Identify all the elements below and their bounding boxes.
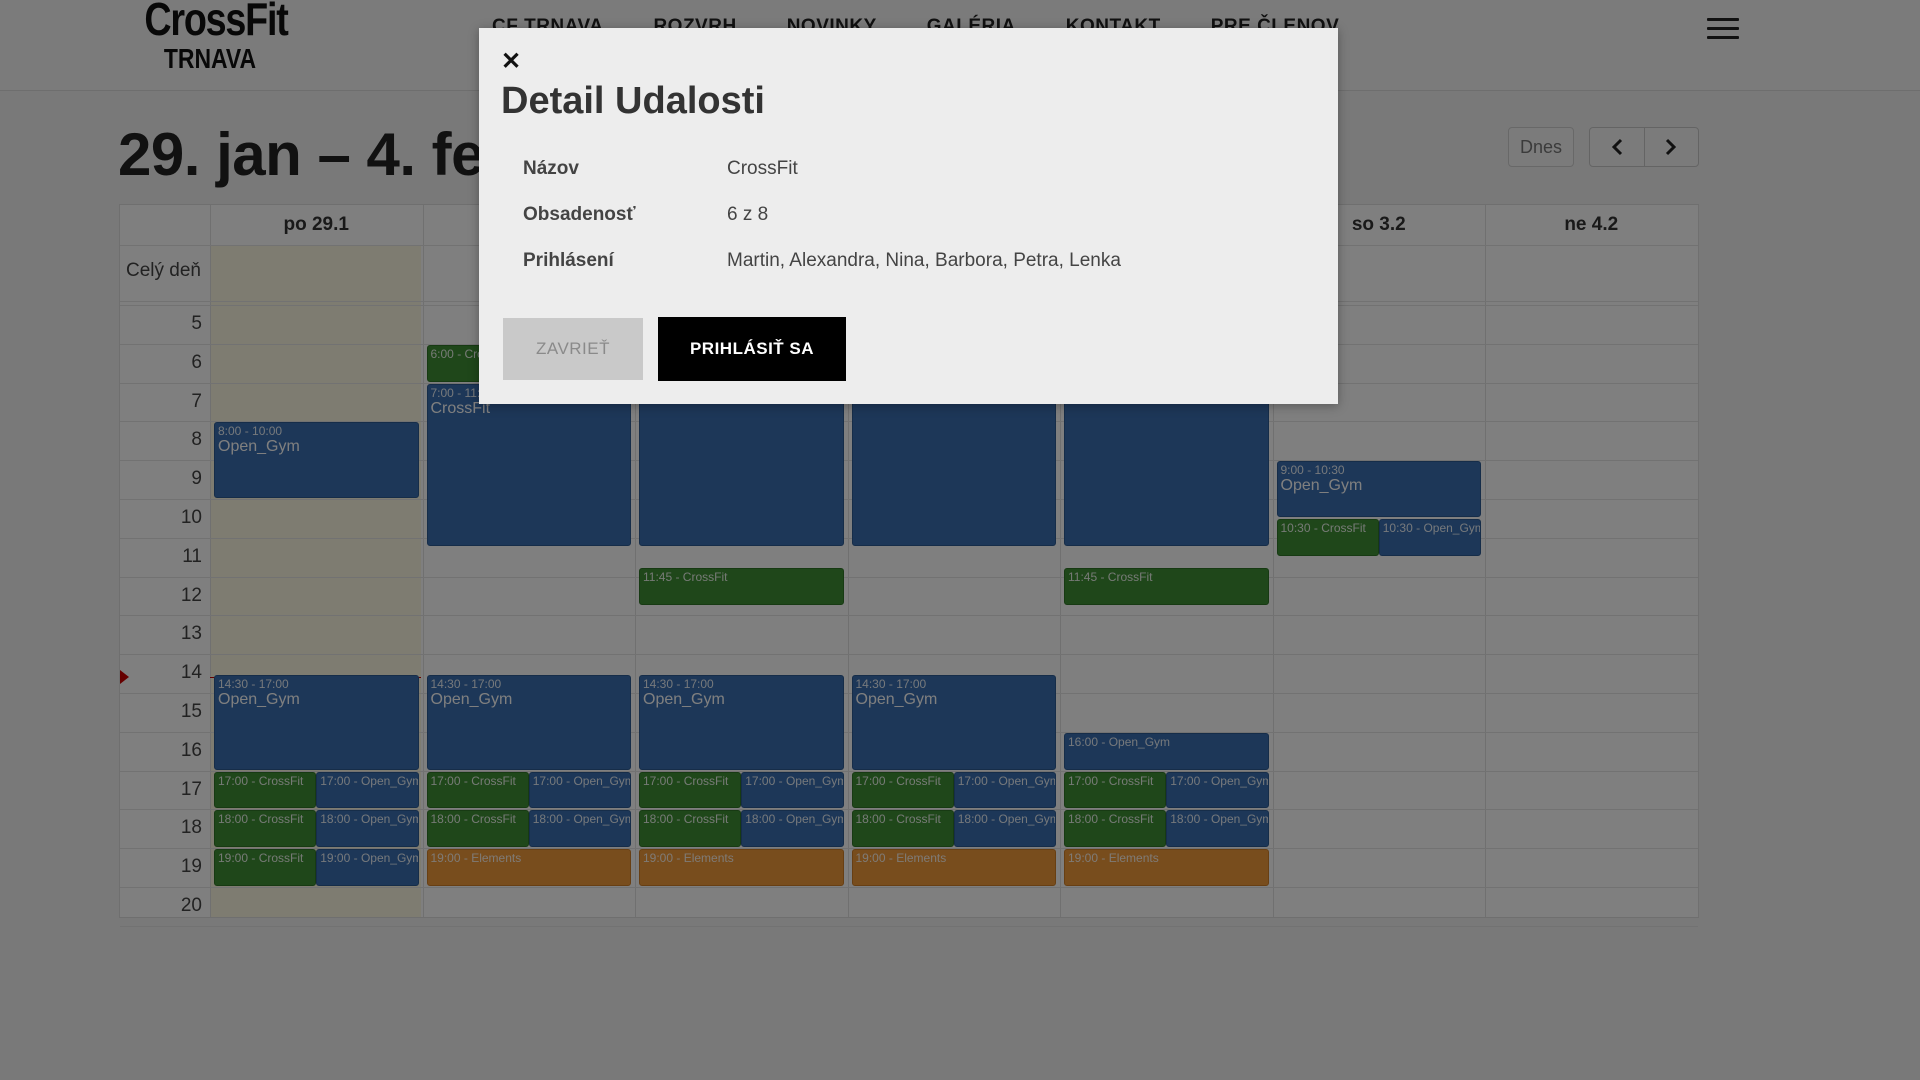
field-value: Martin, Alexandra, Nina, Barbora, Petra,…: [727, 250, 1121, 271]
event-detail-modal: ✕ Detail Udalosti Názov CrossFit Obsaden…: [479, 28, 1338, 404]
field-label: Obsadenosť: [523, 204, 636, 225]
field-value: CrossFit: [727, 158, 798, 179]
field-label: Názov: [523, 158, 579, 179]
signup-button[interactable]: PRIHLÁSIŤ SA: [658, 317, 846, 381]
field-label: Prihlásení: [523, 250, 614, 271]
field-value: 6 z 8: [727, 204, 769, 225]
close-button[interactable]: ZAVRIEŤ: [503, 318, 643, 380]
modal-title: Detail Udalosti: [501, 80, 765, 122]
close-icon[interactable]: ✕: [501, 50, 521, 74]
